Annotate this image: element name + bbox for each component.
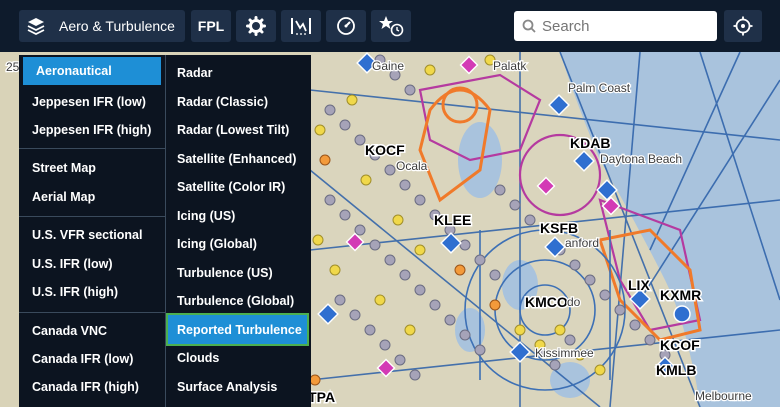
top-toolbar: Aero & Turbulence FPL — [0, 0, 780, 52]
menu-item-clouds[interactable]: Clouds — [166, 344, 311, 372]
crosshair-icon — [733, 16, 753, 36]
menu-item-satellite-enhanced[interactable]: Satellite (Enhanced) — [166, 145, 311, 173]
layers-dropdown-menu: Aeronautical Jeppesen IFR (low) Jeppesen… — [19, 55, 311, 407]
label-kmco: KMCO — [525, 294, 568, 310]
menu-item-turbulence-global[interactable]: Turbulence (Global) — [166, 287, 311, 315]
fpl-button[interactable]: FPL — [191, 10, 231, 42]
instruments-button[interactable] — [326, 10, 366, 42]
label-klee: KLEE — [434, 212, 471, 228]
label-ocala: Ocala — [396, 159, 428, 173]
label-kocf: KOCF — [365, 142, 405, 158]
overlay-list: Radar Radar (Classic) Radar (Lowest Tilt… — [165, 55, 311, 407]
menu-divider — [19, 148, 165, 149]
gauge-icon — [337, 17, 355, 35]
search-input[interactable] — [542, 17, 702, 35]
label-palatka: Palatk — [493, 59, 527, 73]
label-orlando: do — [567, 295, 581, 309]
profile-view-button[interactable] — [281, 10, 321, 42]
profile-view-icon — [291, 18, 311, 35]
menu-item-us-ifr-high[interactable]: U.S. IFR (high) — [19, 278, 165, 306]
menu-item-canada-ifr-low[interactable]: Canada IFR (low) — [19, 345, 165, 373]
label-kissimmee: Kissimmee — [535, 346, 594, 360]
label-gainesville: Gaine — [372, 59, 404, 73]
menu-item-icing-us[interactable]: Icing (US) — [166, 202, 311, 230]
label-sanford: anford — [565, 236, 599, 250]
search-box[interactable] — [514, 11, 717, 41]
layers-menu-label: Aero & Turbulence — [59, 18, 175, 34]
menu-item-us-vfr-sectional[interactable]: U.S. VFR sectional — [19, 221, 165, 249]
menu-item-turbulence-us[interactable]: Turbulence (US) — [166, 259, 311, 287]
menu-item-radar-classic[interactable]: Radar (Classic) — [166, 88, 311, 116]
menu-item-jeppesen-ifr-high[interactable]: Jeppesen IFR (high) — [19, 116, 165, 144]
label-kcof: KCOF — [660, 337, 700, 353]
search-icon — [522, 19, 536, 33]
menu-item-surface-analysis[interactable]: Surface Analysis — [166, 373, 311, 401]
settings-button[interactable] — [236, 10, 276, 42]
favorites-recents-button[interactable] — [371, 10, 411, 42]
menu-item-radar-lowest-tilt[interactable]: Radar (Lowest Tilt) — [166, 116, 311, 144]
menu-item-aerial-map[interactable]: Aerial Map — [19, 183, 165, 211]
label-kxmr: KXMR — [660, 287, 701, 303]
layers-icon — [27, 18, 45, 35]
menu-item-satellite-color-ir[interactable]: Satellite (Color IR) — [166, 173, 311, 201]
label-ksfb: KSFB — [540, 220, 578, 236]
locate-button[interactable] — [724, 10, 762, 42]
menu-divider — [19, 312, 165, 313]
label-kmlb: KMLB — [656, 362, 696, 378]
menu-item-radar[interactable]: Radar — [166, 59, 311, 87]
label-kdab: KDAB — [570, 135, 610, 151]
label-lix: LIX — [628, 277, 650, 293]
label-daytona: Daytona Beach — [600, 152, 682, 166]
gear-icon — [246, 16, 266, 36]
menu-item-canada-vnc[interactable]: Canada VNC — [19, 317, 165, 345]
menu-item-us-ifr-low[interactable]: U.S. IFR (low) — [19, 250, 165, 278]
menu-item-aeronautical[interactable]: Aeronautical — [23, 57, 161, 85]
menu-divider — [19, 216, 165, 217]
star-clock-icon — [379, 16, 404, 37]
menu-item-icing-global[interactable]: Icing (Global) — [166, 230, 311, 258]
menu-item-canada-ifr-high[interactable]: Canada IFR (high) — [19, 373, 165, 401]
layers-menu-button[interactable]: Aero & Turbulence — [19, 10, 185, 42]
label-palm-coast: Palm Coast — [568, 81, 631, 95]
menu-item-reported-turbulence[interactable]: Reported Turbulence — [166, 313, 309, 346]
menu-item-street-map[interactable]: Street Map — [19, 154, 165, 182]
menu-item-jeppesen-ifr-low[interactable]: Jeppesen IFR (low) — [19, 88, 165, 116]
label-melbourne: Melbourne — [695, 389, 752, 403]
label-left-num: 25 — [6, 60, 20, 74]
